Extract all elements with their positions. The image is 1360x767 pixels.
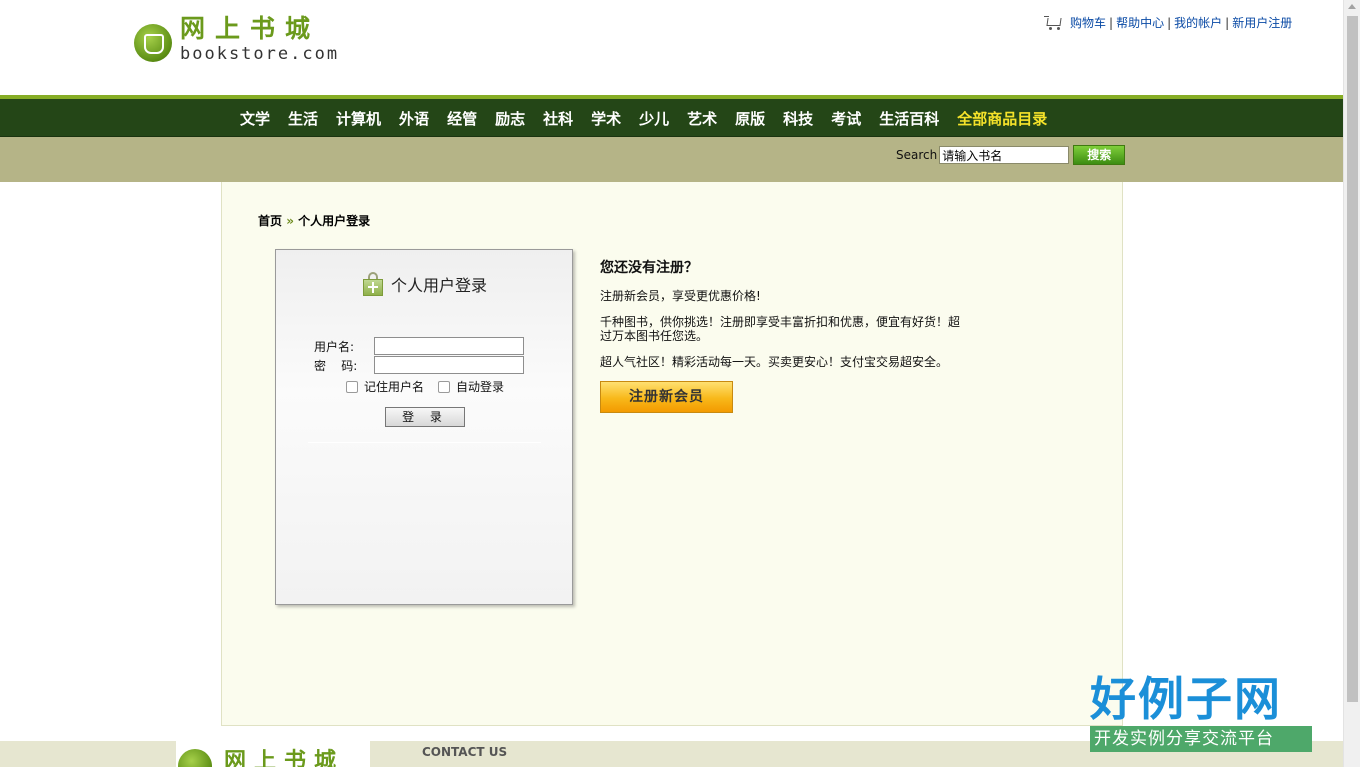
nav-item-all-products[interactable]: 全部商品目录 <box>948 108 1056 129</box>
link-new-user-register[interactable]: 新用户注册 <box>1232 14 1292 31</box>
nav-item-business[interactable]: 经管 <box>438 108 486 129</box>
search-form: Search 搜索 <box>896 145 1126 165</box>
footer-logo[interactable]: 网上书城 <box>176 741 370 767</box>
nav-item-academic[interactable]: 学术 <box>582 108 630 129</box>
search-bar: Search 搜索 <box>0 137 1343 182</box>
main-nav: 文学 生活 计算机 外语 经管 励志 社科 学术 少儿 艺术 原版 科技 考试 … <box>0 99 1343 137</box>
register-title: 您还没有注册？ <box>600 260 698 276</box>
watermark-badge-subtitle: 开发实例分享交流平台 <box>1090 726 1312 752</box>
page: www.haolizi.com www.haolizi.com www.haol… <box>0 0 1360 767</box>
login-title-text: 个人用户登录 <box>391 276 488 295</box>
nav-item-art[interactable]: 艺术 <box>678 108 726 129</box>
nav-item-social-science[interactable]: 社科 <box>534 108 582 129</box>
link-help-center[interactable]: 帮助中心 <box>1116 14 1164 31</box>
link-separator: | <box>1167 15 1172 30</box>
logo-en: bookstore.com <box>180 44 340 64</box>
auto-login-checkbox[interactable] <box>438 380 451 393</box>
scroll-thumb[interactable] <box>1347 16 1358 702</box>
nav-item-children[interactable]: 少儿 <box>630 108 678 129</box>
register-text-2: 千种图书，供你挑选！注册即享受丰富折扣和优惠，便宜有好货！超过万本图书任您选。 <box>600 315 961 343</box>
password-input[interactable] <box>374 356 524 374</box>
nav-item-literature[interactable]: 文学 <box>231 108 279 129</box>
remember-username-label[interactable]: 记住用户名 <box>364 378 424 395</box>
search-button[interactable]: 搜索 <box>1073 145 1126 165</box>
link-separator: | <box>1109 15 1114 30</box>
breadcrumb: 首页 » 个人用户登录 <box>258 212 370 229</box>
search-input[interactable] <box>939 146 1070 164</box>
username-label: 用户名: <box>314 339 355 354</box>
contact-us-link[interactable]: CONTACT US <box>422 745 507 759</box>
login-divider <box>308 442 541 443</box>
login-button[interactable]: 登 录 <box>385 407 465 427</box>
watermark-badge-title: 好例子网 <box>1090 672 1282 726</box>
nav-item-computer[interactable]: 计算机 <box>327 108 390 129</box>
link-cart[interactable]: 购物车 <box>1070 14 1106 31</box>
logo-badge-icon <box>134 24 172 62</box>
register-text-3: 超人气社区！精彩活动每一天。买卖更安心！支付宝交易超安全。 <box>600 355 949 369</box>
register-new-member-button[interactable]: 注册新会员 <box>600 381 733 413</box>
login-options: 记住用户名 自动登录 <box>346 378 504 395</box>
breadcrumb-current: 个人用户登录 <box>298 214 371 228</box>
login-title: 个人用户登录 <box>362 272 487 296</box>
nav-item-original[interactable]: 原版 <box>726 108 774 129</box>
nav-item-exam[interactable]: 考试 <box>822 108 870 129</box>
link-my-account[interactable]: 我的帐户 <box>1174 14 1222 31</box>
register-promo: 您还没有注册？ 注册新会员，享受更优惠价格! 千种图书，供你挑选！注册即享受丰富… <box>600 257 970 413</box>
nav-item-inspiration[interactable]: 励志 <box>486 108 534 129</box>
breadcrumb-home[interactable]: 首页 <box>258 214 282 228</box>
logo-cn: 网上书城 <box>180 14 321 43</box>
footer-logo-text: 网上书城 <box>224 748 345 767</box>
scroll-up-arrow-icon[interactable] <box>1348 4 1356 9</box>
nav-item-life-encyclopedia[interactable]: 生活百科 <box>870 108 948 129</box>
search-label: Search <box>896 148 938 162</box>
link-separator: | <box>1225 15 1230 30</box>
vertical-scrollbar[interactable] <box>1343 0 1360 767</box>
site-header: 网上书城 bookstore.com 购物车 | 帮助中心 | 我的帐户 | 新… <box>0 0 1343 95</box>
username-row: 用户名: <box>312 337 524 355</box>
auto-login-label[interactable]: 自动登录 <box>456 378 504 395</box>
password-row: 密 码: <box>312 356 524 374</box>
shopping-cart-icon[interactable] <box>1044 15 1064 31</box>
watermark-badge: 好例子网 开发实例分享交流平台 <box>1090 672 1312 758</box>
site-logo[interactable]: 网上书城 bookstore.com <box>134 14 339 64</box>
nav-item-foreign-language[interactable]: 外语 <box>390 108 438 129</box>
username-input[interactable] <box>374 337 524 355</box>
main-content: 首页 » 个人用户登录 个人用户登录 用户名: 密 码: 记住用户名 自动登录 … <box>221 182 1123 726</box>
top-links: 购物车 | 帮助中心 | 我的帐户 | 新用户注册 <box>1044 14 1292 31</box>
footer-logo-badge-icon <box>178 749 212 767</box>
login-panel: 个人用户登录 用户名: 密 码: 记住用户名 自动登录 登 录 <box>275 249 573 605</box>
breadcrumb-arrow: » <box>286 214 294 228</box>
nav-item-life[interactable]: 生活 <box>279 108 327 129</box>
nav-item-technology[interactable]: 科技 <box>774 108 822 129</box>
remember-username-checkbox[interactable] <box>346 380 358 393</box>
lock-icon <box>362 272 384 296</box>
password-label: 密 码: <box>314 358 358 373</box>
register-text-1: 注册新会员，享受更优惠价格! <box>600 289 761 303</box>
